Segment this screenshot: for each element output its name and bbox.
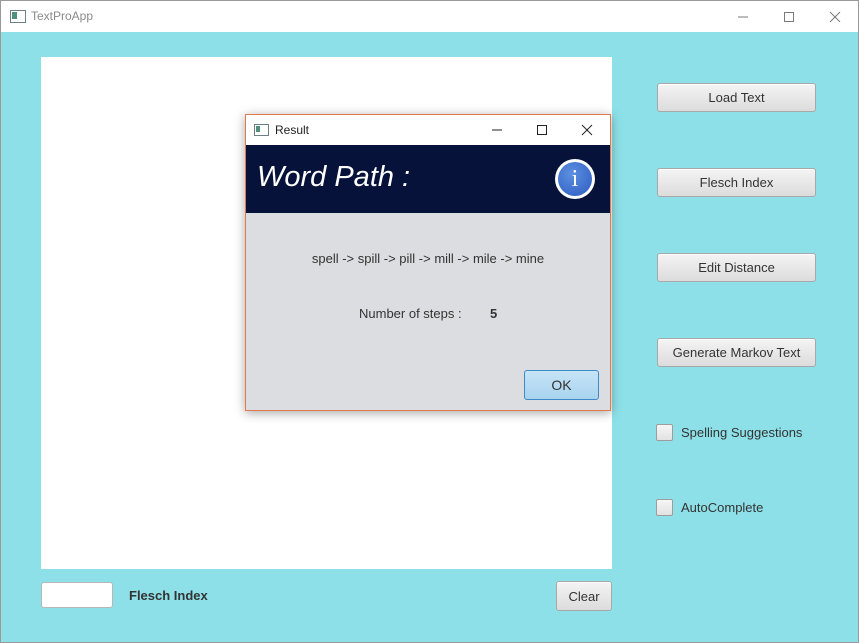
autocomplete-label: AutoComplete: [681, 500, 764, 515]
ok-button[interactable]: OK: [524, 370, 599, 400]
close-icon: [829, 11, 841, 22]
spelling-suggestions-option[interactable]: Spelling Suggestions: [656, 424, 802, 441]
app-icon: [10, 10, 26, 23]
info-icon-glyph: i: [558, 162, 592, 196]
load-text-button[interactable]: Load Text: [657, 83, 816, 112]
flesch-index-button[interactable]: Flesch Index: [657, 168, 816, 197]
minimize-icon: [492, 129, 502, 131]
dialog-titlebar[interactable]: Result: [246, 115, 610, 145]
edit-distance-button[interactable]: Edit Distance: [657, 253, 816, 282]
spelling-suggestions-checkbox[interactable]: [656, 424, 673, 441]
spelling-suggestions-label: Spelling Suggestions: [681, 425, 803, 440]
dialog-close-button[interactable]: [564, 115, 610, 145]
close-button[interactable]: [812, 1, 858, 32]
steps-row: Number of steps : 5: [359, 306, 497, 321]
window-titlebar[interactable]: TextProApp: [1, 1, 858, 32]
dialog-header: Word Path : i: [246, 145, 610, 213]
clear-button[interactable]: Clear: [556, 581, 612, 611]
minimize-button[interactable]: [720, 1, 766, 32]
steps-value: 5: [490, 306, 498, 321]
flesch-index-label: Flesch Index: [129, 588, 208, 603]
flesch-index-field[interactable]: [41, 582, 113, 608]
window-title: TextProApp: [31, 9, 94, 23]
close-icon: [581, 124, 593, 136]
steps-label: Number of steps :: [359, 306, 462, 321]
maximize-icon: [537, 125, 547, 135]
dialog-maximize-button[interactable]: [519, 115, 565, 145]
dialog-title: Result: [275, 123, 310, 137]
dialog-app-icon: [254, 124, 269, 136]
word-path-text: spell -> spill -> pill -> mill -> mile -…: [311, 251, 545, 266]
maximize-icon: [784, 11, 794, 22]
dialog-header-title: Word Path :: [257, 161, 411, 193]
autocomplete-option[interactable]: AutoComplete: [656, 499, 763, 516]
maximize-button[interactable]: [766, 1, 812, 32]
dialog-minimize-button[interactable]: [474, 115, 520, 145]
minimize-icon: [738, 16, 748, 17]
result-dialog: Result Word Path : i spell -> spill -> p…: [245, 114, 611, 411]
info-icon: i: [555, 159, 595, 199]
generate-markov-button[interactable]: Generate Markov Text: [657, 338, 816, 367]
autocomplete-checkbox[interactable]: [656, 499, 673, 516]
